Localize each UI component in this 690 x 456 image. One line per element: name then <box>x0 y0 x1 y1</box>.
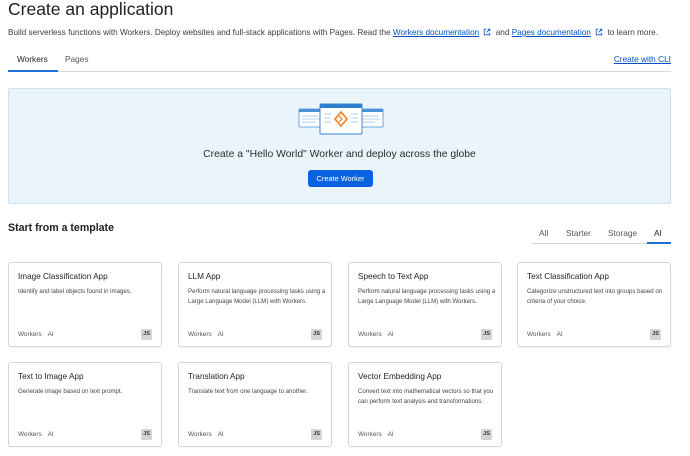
template-card-image-classification[interactable]: Image Classification App Identify and la… <box>8 262 162 347</box>
filter-starter[interactable]: Starter <box>566 228 591 238</box>
javascript-icon: JS <box>141 429 152 440</box>
tab-bar: Workers Pages Create with CLI <box>8 50 671 72</box>
card-description: Categorize unstructured text into groups… <box>527 288 663 305</box>
workers-documentation-link[interactable]: Workers documentation <box>393 28 479 37</box>
tag-ai: AI <box>387 431 394 438</box>
javascript-icon: JS <box>311 429 322 440</box>
card-tags: Workers AI <box>18 431 54 438</box>
card-title: Speech to Text App <box>358 272 429 281</box>
card-title: Text Classification App <box>527 272 609 281</box>
card-description: Perform natural language processing task… <box>358 288 496 305</box>
subtitle-text-pre: Build serverless functions with Workers.… <box>8 28 391 37</box>
card-title: Image Classification App <box>18 272 108 281</box>
hello-world-panel: Create a "Hello World" Worker and deploy… <box>8 88 671 204</box>
template-card-text-classification[interactable]: Text Classification App Categorize unstr… <box>517 262 671 347</box>
tag-workers: Workers <box>18 431 42 438</box>
tag-workers: Workers <box>18 331 42 338</box>
template-card-translation[interactable]: Translation App Translate text from one … <box>178 362 332 447</box>
create-with-cli-link[interactable]: Create with CLI <box>614 54 671 64</box>
tag-ai: AI <box>47 431 54 438</box>
pages-documentation-link[interactable]: Pages documentation <box>512 28 591 37</box>
active-filter-indicator <box>647 242 671 244</box>
filter-ai[interactable]: AI <box>654 228 662 238</box>
card-tags: Workers AI <box>188 331 224 338</box>
card-tags: Workers AI <box>188 431 224 438</box>
hello-world-text: Create a "Hello World" Worker and deploy… <box>203 149 476 160</box>
template-filter-tabs: All Starter Storage AI <box>532 225 671 244</box>
external-link-icon <box>595 28 603 36</box>
template-card-vector-embedding[interactable]: Vector Embedding App Convert text into m… <box>348 362 502 447</box>
javascript-icon: JS <box>650 329 661 340</box>
filter-storage[interactable]: Storage <box>608 228 637 238</box>
tag-workers: Workers <box>527 331 551 338</box>
tag-ai: AI <box>217 431 224 438</box>
card-description: Perform natural language processing task… <box>188 288 326 305</box>
tag-workers: Workers <box>358 431 382 438</box>
card-description: Translate text from one language to anot… <box>188 388 308 395</box>
tab-pages[interactable]: Pages <box>65 54 89 64</box>
tag-ai: AI <box>387 331 394 338</box>
subtitle-text-post: to learn more. <box>607 28 658 37</box>
tag-workers: Workers <box>358 331 382 338</box>
card-tags: Workers AI <box>527 331 563 338</box>
javascript-icon: JS <box>311 329 322 340</box>
tag-workers: Workers <box>188 431 212 438</box>
tab-workers[interactable]: Workers <box>17 54 48 64</box>
card-description: Generate image based on text prompt. <box>18 388 123 395</box>
card-title: Text to Image App <box>18 372 84 381</box>
template-section-title: Start from a template <box>8 222 114 234</box>
external-link-icon <box>484 28 491 36</box>
page-subtitle: Build serverless functions with Workers.… <box>8 28 658 37</box>
javascript-icon: JS <box>481 329 492 340</box>
card-title: Translation App <box>188 372 245 381</box>
template-card-llm[interactable]: LLM App Perform natural language process… <box>178 262 332 347</box>
card-title: LLM App <box>188 272 221 281</box>
worker-illustration-icon <box>298 103 384 135</box>
template-card-text-to-image[interactable]: Text to Image App Generate image based o… <box>8 362 162 447</box>
tag-ai: AI <box>556 331 563 338</box>
javascript-icon: JS <box>141 329 152 340</box>
javascript-icon: JS <box>481 429 492 440</box>
card-tags: Workers AI <box>358 331 394 338</box>
create-worker-button[interactable]: Create Worker <box>308 170 373 187</box>
card-tags: Workers AI <box>358 431 394 438</box>
card-description: Identify and label objects found in imag… <box>18 288 132 295</box>
card-tags: Workers AI <box>18 331 54 338</box>
active-tab-indicator <box>8 70 58 72</box>
page-title: Create an application <box>8 0 174 19</box>
tag-ai: AI <box>47 331 54 338</box>
subtitle-text-mid: and <box>495 28 510 37</box>
card-description: Convert text into mathematical vectors s… <box>358 388 494 405</box>
tag-ai: AI <box>217 331 224 338</box>
tag-workers: Workers <box>188 331 212 338</box>
filter-all[interactable]: All <box>539 228 548 238</box>
template-card-speech-to-text[interactable]: Speech to Text App Perform natural langu… <box>348 262 502 347</box>
card-title: Vector Embedding App <box>358 372 442 381</box>
